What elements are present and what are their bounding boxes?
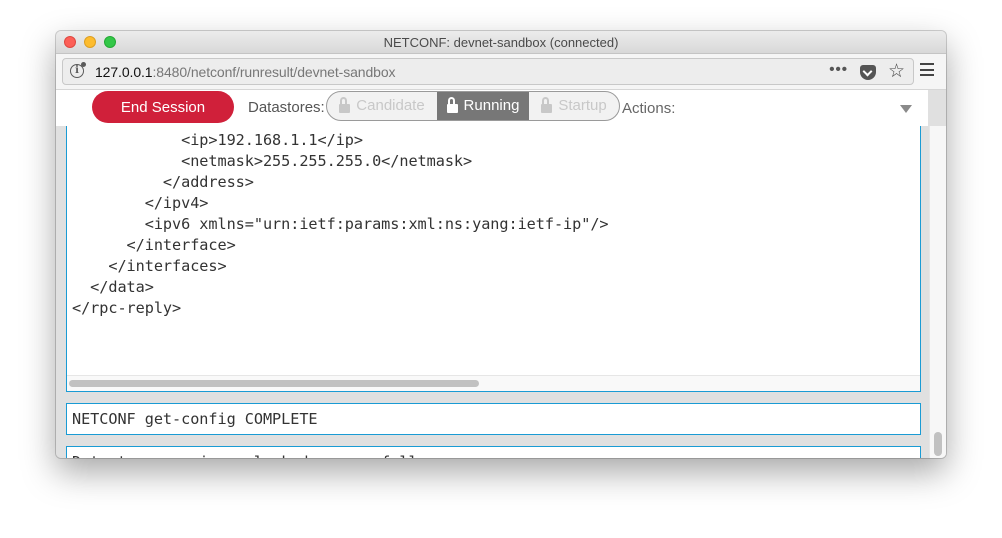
info-icon[interactable]: i	[70, 62, 86, 78]
datastores-label: Datastores:	[248, 99, 325, 116]
address-bar[interactable]: i 127.0.0.1:8480/netconf/runresult/devne…	[62, 58, 914, 85]
code-line: <netmask>255.255.255.0</netmask>	[72, 152, 473, 170]
code-line: <ipv6 xmlns="urn:ietf:params:xml:ns:yang…	[72, 215, 609, 233]
chevron-down-icon	[900, 105, 912, 113]
browser-window: NETCONF: devnet-sandbox (connected) i 12…	[56, 31, 946, 458]
url-path: :8480/netconf/runresult/devnet-sandbox	[152, 64, 396, 80]
code-line: </interfaces>	[72, 257, 227, 275]
status-message: Datastore running unlocked successfully	[72, 453, 427, 458]
more-actions-icon[interactable]: •••	[829, 62, 848, 77]
status-message-box: Datastore running unlocked successfully	[66, 446, 921, 458]
page-content: End Session Datastores: Candidate Runnin…	[56, 90, 946, 458]
rpc-reply-output[interactable]: <ip>192.168.1.1</ip> <netmask>255.255.25…	[66, 126, 921, 392]
hamburger-menu-icon[interactable]	[920, 63, 934, 77]
datastore-candidate-button[interactable]: Candidate	[327, 92, 437, 120]
horizontal-scrollbar-thumb[interactable]	[69, 380, 479, 387]
session-toolbar: End Session Datastores: Candidate Runnin…	[56, 90, 928, 128]
url-host: 127.0.0.1	[95, 64, 153, 80]
datastore-candidate-label: Candidate	[356, 97, 425, 114]
datastore-startup-label: Startup	[558, 97, 607, 114]
horizontal-scrollbar[interactable]	[67, 375, 920, 391]
url-actions: ••• ☆	[829, 62, 905, 82]
datastore-startup-button[interactable]: Startup	[529, 92, 619, 120]
datastore-running-label: Running	[463, 97, 520, 114]
star-icon[interactable]: ☆	[888, 62, 905, 81]
actions-label: Actions:	[622, 100, 676, 117]
datastore-running-button[interactable]: Running	[437, 92, 529, 120]
status-message: NETCONF get-config COMPLETE	[72, 410, 318, 428]
xml-output-text: <ip>192.168.1.1</ip> <netmask>255.255.25…	[72, 130, 609, 319]
pocket-icon[interactable]	[859, 64, 876, 80]
code-line: <ip>192.168.1.1</ip>	[72, 131, 363, 149]
title-bar: NETCONF: devnet-sandbox (connected)	[56, 31, 946, 54]
code-line: </address>	[72, 173, 254, 191]
unlock-icon	[446, 97, 458, 113]
unlock-icon	[339, 97, 351, 113]
url-text[interactable]: 127.0.0.1:8480/netconf/runresult/devnet-…	[95, 64, 396, 80]
status-message-box: NETCONF get-config COMPLETE	[66, 403, 921, 435]
unlock-icon	[541, 97, 553, 113]
vertical-scrollbar[interactable]	[929, 126, 946, 458]
code-line: </interface>	[72, 236, 236, 254]
navigation-bar: i 127.0.0.1:8480/netconf/runresult/devne…	[56, 54, 946, 90]
vertical-scrollbar-thumb[interactable]	[934, 432, 942, 456]
window-title: NETCONF: devnet-sandbox (connected)	[383, 35, 619, 50]
code-line: </ipv4>	[72, 194, 209, 212]
datastore-toggle-group: Candidate Running Startup	[326, 91, 620, 121]
code-line: </rpc-reply>	[72, 299, 182, 317]
end-session-button[interactable]: End Session	[92, 91, 234, 123]
code-line: </data>	[72, 278, 154, 296]
